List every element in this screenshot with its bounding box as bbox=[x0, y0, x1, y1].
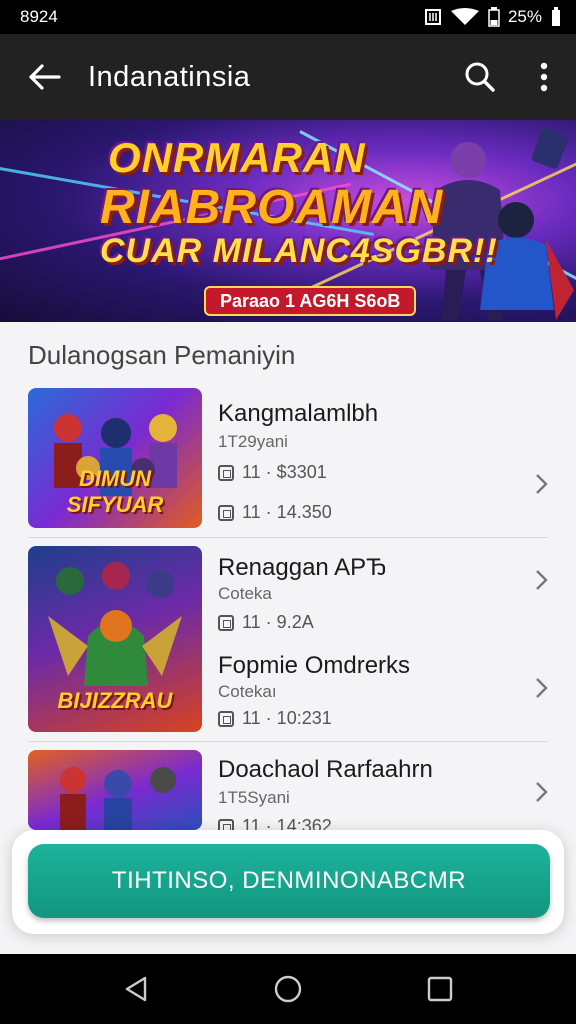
game-name: Fopmie Omdrerks bbox=[218, 652, 411, 679]
banner-headline-2: RIABROAMAN bbox=[100, 181, 444, 234]
game-meta-value: 11 · 14.350 bbox=[242, 502, 332, 522]
game-meta: 11 · 14.350 bbox=[218, 502, 332, 523]
section-title: Dulanogsan Pemaniyin bbox=[28, 340, 296, 370]
list-item[interactable]: Doachaol Rarfaahrn 1T5Syani 11 · 14:362 bbox=[0, 750, 576, 836]
signal-icon bbox=[552, 7, 560, 26]
game-name: Renaggan APЂ bbox=[218, 554, 387, 581]
chevron-right-icon bbox=[530, 780, 554, 804]
list-item[interactable]: Fopmie Omdrerks Cotekaı 11 · 10:231 bbox=[0, 646, 576, 736]
calendar-icon bbox=[218, 464, 234, 481]
calendar-icon bbox=[218, 504, 234, 521]
game-name: Kangmalamlbh bbox=[218, 400, 379, 427]
status-icons: 25% bbox=[424, 7, 562, 27]
search-button[interactable] bbox=[448, 34, 512, 120]
wifi-icon bbox=[450, 8, 479, 25]
game-subtitle: 1T5Syani bbox=[218, 788, 290, 807]
nfc-icon bbox=[424, 9, 441, 25]
game-subtitle: Coteka bbox=[218, 584, 272, 603]
game-meta-value: 11 · $3301 bbox=[242, 462, 327, 482]
nav-recents-button[interactable] bbox=[410, 959, 470, 1019]
calendar-icon bbox=[218, 614, 234, 631]
game-subtitle: 1T29yani bbox=[218, 432, 288, 451]
chevron-right-icon bbox=[530, 472, 554, 496]
status-bar: 8924 25% bbox=[0, 0, 576, 34]
banner-tag: Paraao 1 AG6H S6oB bbox=[204, 286, 417, 316]
battery-percent: 25% bbox=[507, 7, 542, 26]
game-meta: 11 · 10:231 bbox=[218, 708, 332, 729]
app-bar: Indanatinsia bbox=[0, 34, 576, 120]
primary-cta-button[interactable]: TIHTINSO, DENMINONABCMR bbox=[28, 844, 550, 918]
promo-banner[interactable]: ONRMARAN RIABROAMAN CUAR MILANC4SGBR!! P… bbox=[0, 120, 576, 322]
game-meta-value: 11 · 10:231 bbox=[242, 708, 332, 728]
game-meta-value: 11 · 9.2A bbox=[242, 612, 314, 632]
nav-recents-icon bbox=[427, 976, 453, 1002]
game-subtitle: Cotekaı bbox=[218, 682, 277, 701]
nav-back-icon bbox=[125, 976, 147, 1002]
chevron-right-icon bbox=[530, 676, 554, 700]
calendar-icon bbox=[218, 710, 234, 727]
nav-back-button[interactable] bbox=[106, 959, 166, 1019]
more-options-button[interactable] bbox=[512, 34, 576, 120]
back-arrow-icon bbox=[29, 64, 61, 90]
game-meta: 11 · 9.2A bbox=[218, 612, 314, 633]
search-icon bbox=[465, 62, 495, 92]
game-name: Doachaol Rarfaahrn bbox=[218, 756, 433, 783]
divider bbox=[28, 537, 548, 538]
thumbnail-heroes-illustration bbox=[60, 767, 176, 830]
more-vert-icon bbox=[540, 62, 548, 92]
thumbnail-caption: DIMUN SIFYUAR bbox=[66, 466, 164, 517]
system-nav-bar bbox=[0, 954, 576, 1024]
banner-headline-1: ONRMARAN bbox=[108, 134, 366, 181]
back-button[interactable] bbox=[0, 34, 88, 120]
cta-container: TIHTINSO, DENMINONABCMR bbox=[12, 830, 564, 934]
game-thumbnail bbox=[28, 750, 202, 830]
banner-headline-3: CUAR MILANC4SGBR!! bbox=[100, 232, 498, 270]
nav-home-button[interactable] bbox=[258, 959, 318, 1019]
divider bbox=[28, 741, 548, 742]
game-thumbnail: DIMUN SIFYUAR bbox=[28, 388, 202, 528]
page-title: Indanatinsia bbox=[88, 60, 251, 93]
battery-icon bbox=[488, 7, 500, 27]
list-item[interactable]: DIMUN SIFYUAR Kangmalamlbh 1T29yani 11 ·… bbox=[0, 386, 576, 536]
game-meta: 11 · $3301 bbox=[218, 462, 327, 483]
chevron-right-icon bbox=[530, 568, 554, 592]
nav-home-icon bbox=[274, 975, 302, 1003]
status-time: 8924 bbox=[20, 7, 58, 26]
